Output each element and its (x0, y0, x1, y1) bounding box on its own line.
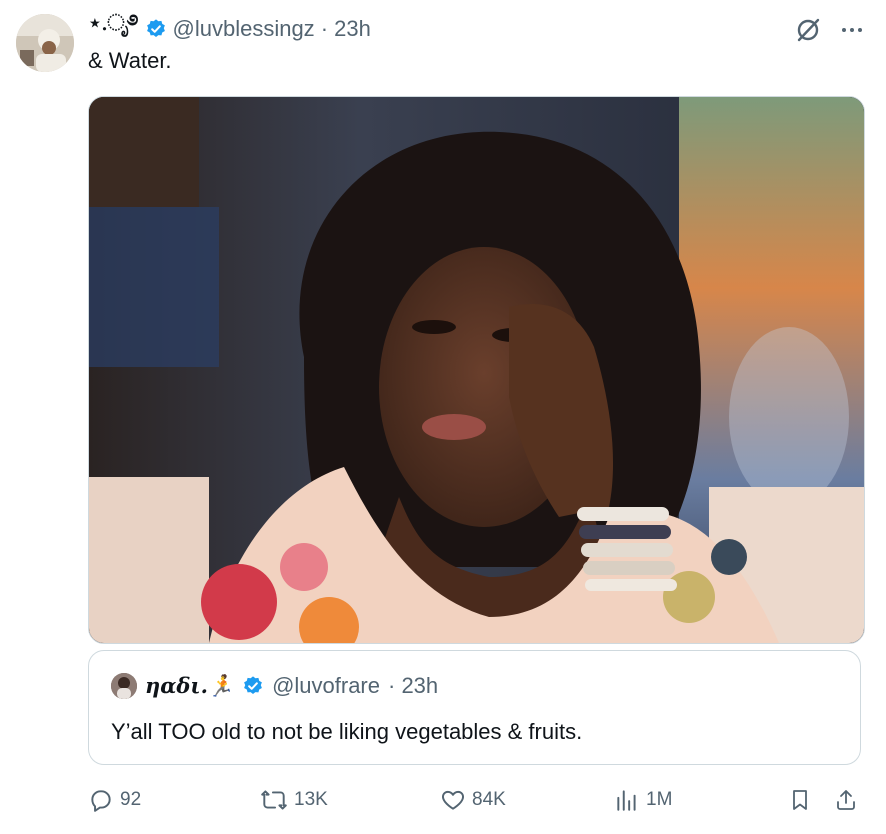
quote-header: ηαδι.🏃 @luvofrare · 23h (111, 673, 438, 699)
views-icon (614, 787, 640, 813)
more-icon[interactable] (840, 18, 864, 47)
top-actions (794, 16, 864, 49)
quote-author-handle[interactable]: @luvofrare (272, 673, 380, 699)
reply-button[interactable]: 92 (88, 785, 141, 815)
views-button[interactable]: 1M (614, 785, 672, 815)
tweet-actions: 92 13K 84K 1M (88, 785, 863, 815)
quote-avatar[interactable] (111, 673, 137, 699)
view-count: 1M (646, 789, 673, 810)
like-count: 84K (472, 789, 506, 810)
share-button[interactable] (834, 785, 858, 815)
repost-button[interactable]: 13K (260, 785, 328, 815)
bookmark-button[interactable] (788, 785, 812, 815)
quoted-tweet[interactable]: ηαδι.🏃 @luvofrare · 23h Y’all TOO old to… (88, 650, 861, 765)
verified-icon (242, 675, 264, 697)
author-handle[interactable]: @luvblessingz (173, 16, 315, 42)
like-icon (440, 787, 466, 813)
quote-author-name[interactable]: ηαδι.🏃 (145, 673, 234, 699)
verified-icon (145, 18, 167, 40)
tweet-header: ⋆.ೃ࿔ @luvblessingz · 23h (88, 10, 371, 44)
like-button[interactable]: 84K (440, 785, 506, 815)
tweet-media[interactable] (88, 96, 865, 644)
tweet-text: & Water. (88, 48, 172, 73)
share-icon (834, 787, 858, 813)
quote-time[interactable]: · 23h (388, 673, 438, 699)
tweet-time[interactable]: · 23h (321, 16, 371, 42)
meme-photo (89, 97, 864, 643)
quote-text: Y’all TOO old to not be liking vegetable… (111, 719, 583, 744)
grok-icon[interactable] (794, 16, 822, 49)
author-avatar[interactable] (16, 14, 74, 72)
reply-icon (88, 787, 114, 813)
bookmark-icon (788, 787, 812, 813)
repost-icon (260, 787, 288, 813)
reply-count: 92 (120, 789, 142, 810)
repost-count: 13K (294, 789, 328, 810)
